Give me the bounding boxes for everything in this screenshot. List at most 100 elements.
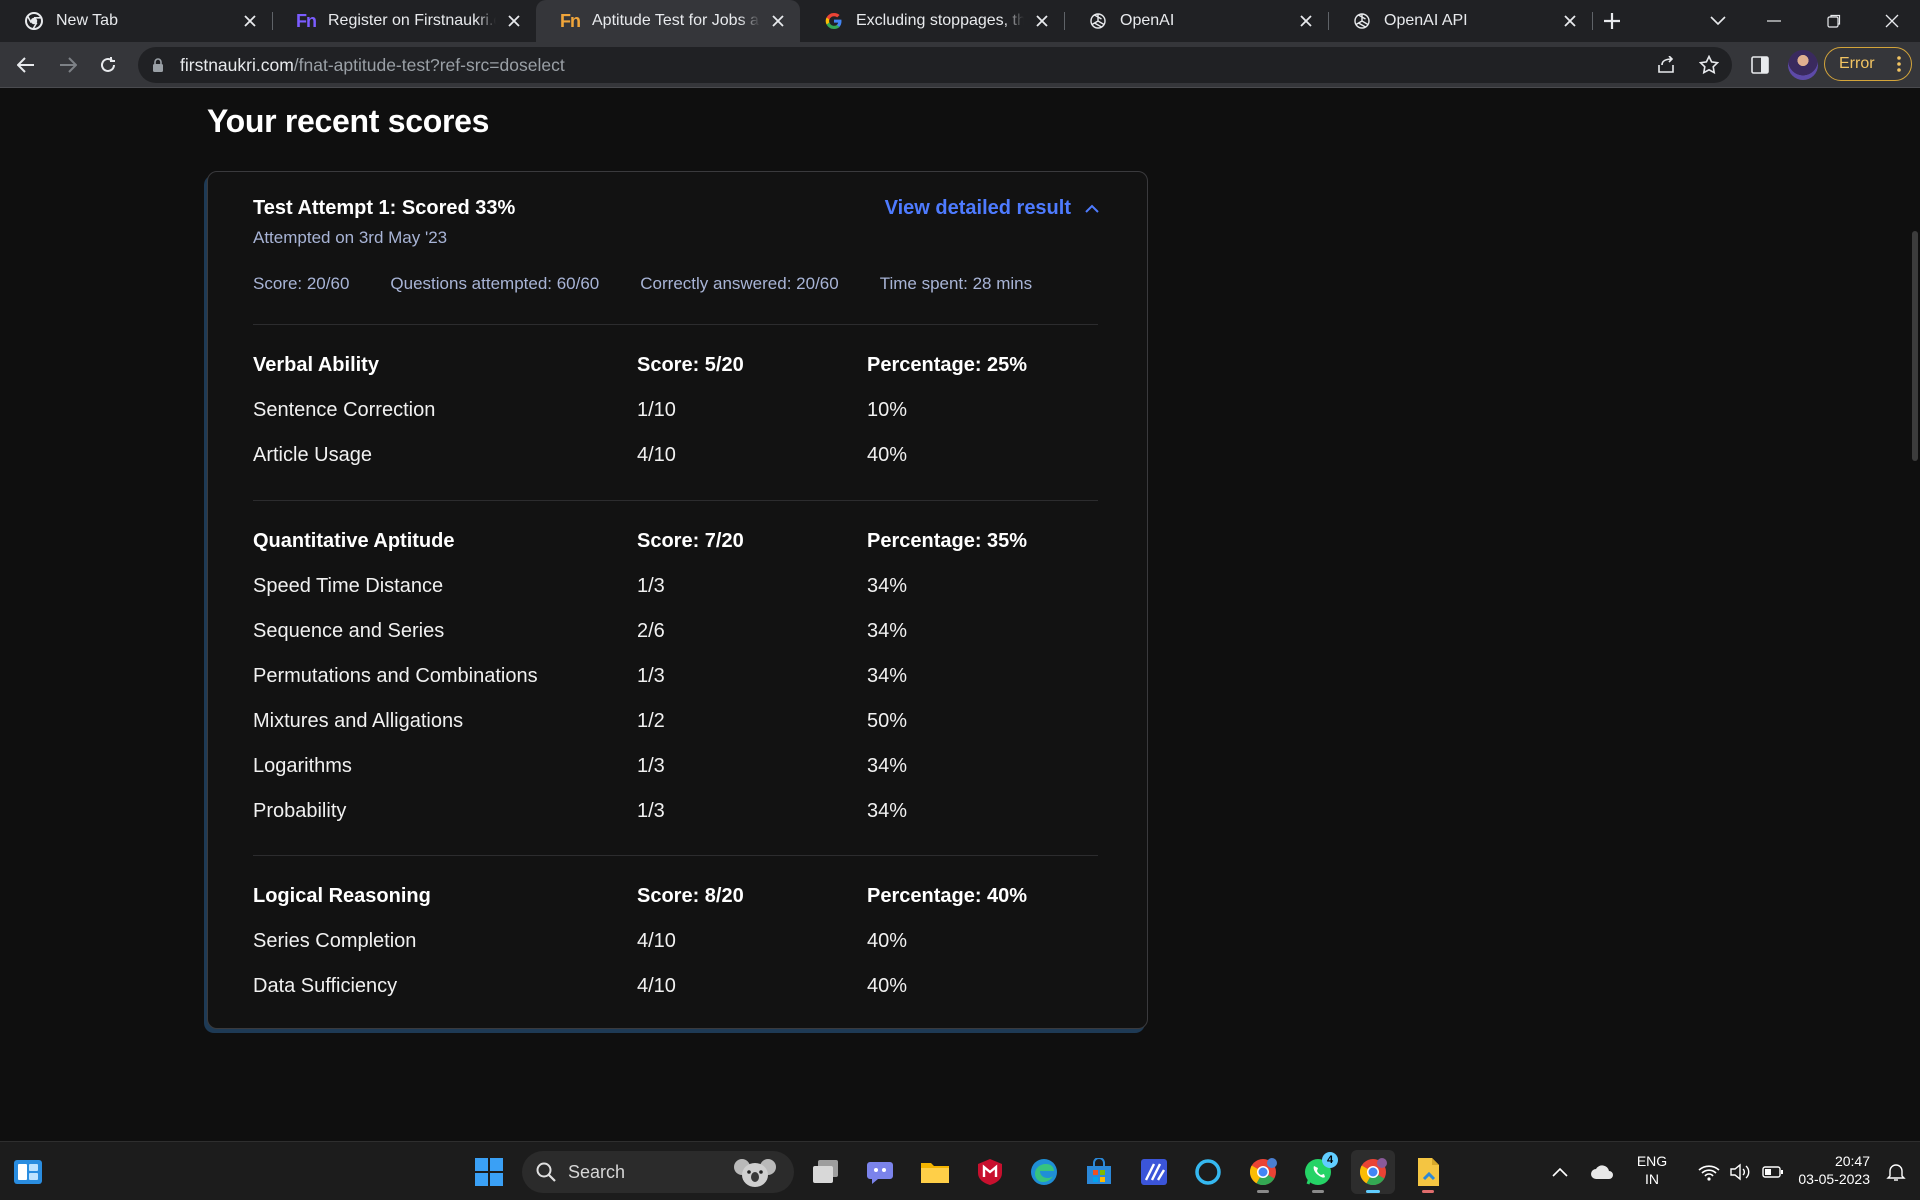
task-view-button[interactable] (804, 1150, 848, 1194)
clock-date: 03-05-2023 (1798, 1171, 1870, 1187)
clock[interactable]: 20:47 03-05-2023 (1784, 1152, 1870, 1188)
running-indicator (1257, 1190, 1269, 1193)
cortana-icon (1195, 1159, 1221, 1185)
tab-new-tab[interactable]: New Tab (0, 0, 272, 42)
tab-google-search[interactable]: Excluding stoppages, the av (800, 0, 1064, 42)
close-icon[interactable] (768, 11, 788, 31)
folder-icon (921, 1163, 949, 1183)
topic-row: Series Completion 4/10 40% (253, 930, 1098, 975)
cortana-button[interactable] (1186, 1150, 1230, 1194)
chrome-icon (1359, 1158, 1387, 1186)
side-panel-icon (1751, 56, 1769, 74)
tab-openai-api[interactable]: OpenAI API (1328, 0, 1592, 42)
section-quantitative-aptitude: Quantitative Aptitude Score: 7/20 Percen… (253, 530, 1098, 845)
reload-icon (101, 57, 115, 72)
error-update-button[interactable]: Error (1824, 47, 1912, 81)
restore-button[interactable] (1806, 0, 1862, 42)
firstnaukri-logo-icon: Fn (296, 10, 317, 31)
widgets-button[interactable] (6, 1150, 50, 1194)
notifications-button[interactable] (1876, 1150, 1916, 1194)
chevron-down-icon (1710, 16, 1726, 26)
chrome-icon (24, 11, 44, 31)
view-detailed-result-link[interactable]: View detailed result (885, 197, 1099, 220)
tab-title: New Tab (56, 12, 118, 29)
restore-icon (1827, 14, 1841, 28)
tab-title: Excluding stoppages, the av (856, 12, 1024, 29)
section-header-row: Quantitative Aptitude Score: 7/20 Percen… (253, 530, 1098, 575)
topic-score: 4/10 (637, 444, 676, 466)
widgets-icon (14, 1160, 42, 1184)
firstnaukri-logo-icon: Fn (560, 10, 581, 31)
profile-avatar[interactable] (1788, 50, 1818, 80)
close-icon[interactable] (1296, 11, 1316, 31)
arrow-left-icon (17, 57, 34, 73)
tab-title: Aptitude Test for Jobs and I (592, 12, 760, 29)
chrome-profile-1-button[interactable] (1241, 1150, 1285, 1194)
attempt-title: Test Attempt 1: Scored 33% (253, 197, 516, 219)
topic-name: Probability (253, 800, 347, 822)
section-score: Score: 7/20 (637, 530, 744, 552)
quick-settings-button[interactable] (1684, 1150, 1798, 1194)
language-code: ENG (1636, 1153, 1668, 1169)
topic-row: Logarithms 1/3 34% (253, 755, 1098, 800)
mcafee-button[interactable] (968, 1150, 1012, 1194)
forward-button[interactable] (52, 49, 84, 81)
share-icon[interactable] (1646, 56, 1686, 74)
teams-chat-button[interactable] (858, 1150, 902, 1194)
tab-title: Register on Firstnaukri.com (328, 12, 496, 29)
language-indicator[interactable]: ENG IN (1628, 1152, 1676, 1188)
close-window-button[interactable] (1864, 0, 1920, 42)
tab-search-button[interactable] (1690, 0, 1746, 42)
topic-row: Article Usage 4/10 40% (253, 444, 1098, 489)
section-score: Score: 8/20 (637, 885, 744, 907)
new-tab-button[interactable] (1584, 0, 1640, 42)
microsoft-store-button[interactable] (1077, 1150, 1121, 1194)
close-icon[interactable] (240, 11, 260, 31)
side-panel-button[interactable] (1744, 49, 1776, 81)
page-title: Your recent scores (207, 103, 490, 139)
divider (253, 324, 1098, 325)
topic-row: Sentence Correction 1/10 10% (253, 399, 1098, 444)
start-button[interactable] (467, 1150, 511, 1194)
edge-icon (1031, 1159, 1057, 1185)
topic-name: Article Usage (253, 444, 372, 466)
more-vert-icon (1897, 56, 1901, 77)
file-icon (1418, 1158, 1439, 1186)
chrome-icon (1249, 1158, 1277, 1186)
topic-percentage: 34% (867, 755, 908, 777)
back-button[interactable] (10, 49, 42, 81)
detail-link-label: View detailed result (884, 197, 1071, 219)
topic-row: Probability 1/3 34% (253, 800, 1098, 845)
search-icon (536, 1162, 556, 1182)
show-hidden-icons-button[interactable] (1540, 1150, 1580, 1194)
section-header-row: Logical Reasoning Score: 8/20 Percentage… (253, 885, 1098, 930)
tab-openai[interactable]: OpenAI (1064, 0, 1328, 42)
bookmark-star-icon[interactable] (1686, 55, 1732, 75)
minimize-button[interactable] (1746, 0, 1802, 42)
taskbar-search[interactable]: Search (522, 1151, 794, 1193)
file-app-button[interactable] (1406, 1150, 1450, 1194)
address-bar[interactable]: firstnaukri.com/fnat-aptitude-test?ref-s… (138, 47, 1732, 83)
close-icon[interactable] (1560, 11, 1580, 31)
close-icon[interactable] (504, 11, 524, 31)
attempt-date: Attempted on 3rd May '23 (253, 228, 448, 247)
file-explorer-button[interactable] (913, 1150, 957, 1194)
tab-aptitude-test[interactable]: Fn Aptitude Test for Jobs and I (536, 0, 800, 42)
whatsapp-button[interactable]: 4 (1296, 1150, 1340, 1194)
tab-title: OpenAI (1120, 12, 1175, 29)
section-percentage: Percentage: 25% (867, 354, 1028, 376)
onedrive-button[interactable] (1582, 1150, 1622, 1194)
scrollbar[interactable] (1912, 231, 1918, 461)
chrome-active-button[interactable] (1351, 1150, 1395, 1194)
power-automate-button[interactable] (1132, 1150, 1176, 1194)
region-code: IN (1645, 1171, 1659, 1187)
edge-button[interactable] (1022, 1150, 1066, 1194)
close-icon[interactable] (1032, 11, 1052, 31)
error-label: Error (1839, 55, 1875, 72)
reload-button[interactable] (92, 49, 124, 81)
lock-icon (152, 57, 168, 73)
tab-register-firstnaukri[interactable]: Fn Register on Firstnaukri.com (272, 0, 536, 42)
store-icon (1087, 1158, 1111, 1184)
topic-score: 1/3 (637, 800, 665, 822)
mcafee-shield-icon (978, 1159, 1002, 1185)
